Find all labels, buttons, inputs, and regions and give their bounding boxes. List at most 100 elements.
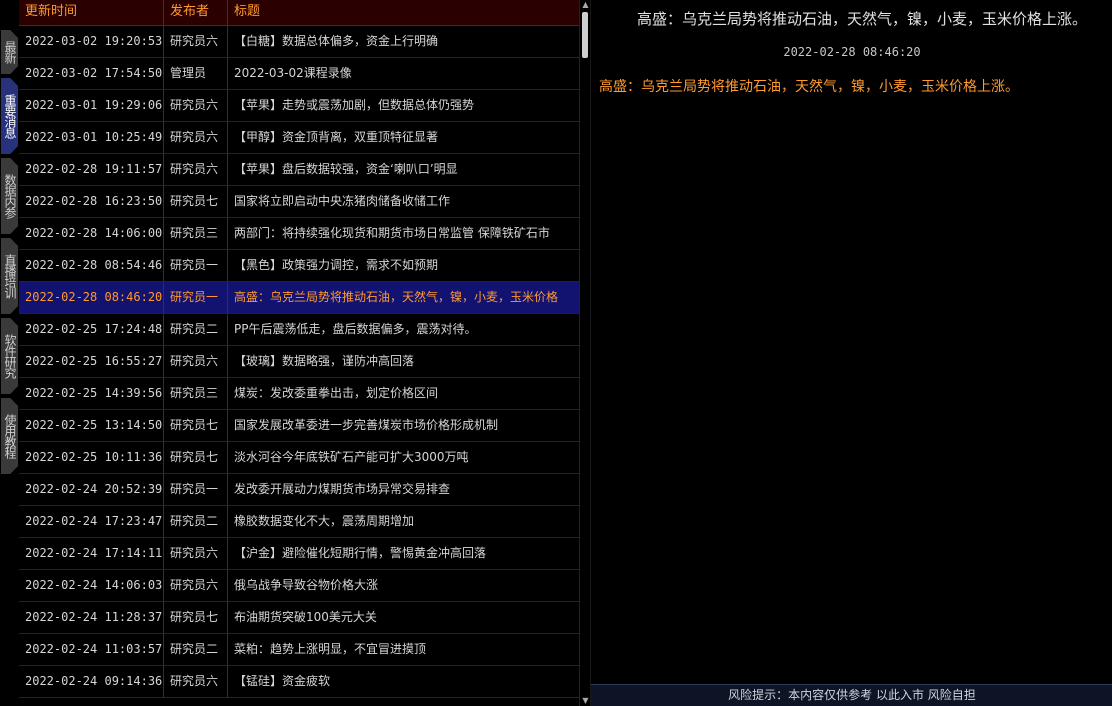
tab-live-training[interactable]: 直播培训: [1, 238, 18, 314]
scroll-up-icon[interactable]: ▲: [581, 0, 590, 10]
table-row[interactable]: 2022-02-28 08:46:20 研究员一 高盛：乌克兰局势将推动石油，天然气…: [19, 282, 579, 314]
scroll-thumb[interactable]: [582, 12, 588, 58]
row-time: 2022-02-24 11:28:37: [19, 602, 164, 633]
row-time: 2022-02-28 14:06:00: [19, 218, 164, 249]
row-title: 2022-03-02课程录像: [234, 66, 352, 80]
table-row[interactable]: 2022-02-28 08:54:46 研究员一 【黑色】政策强力调控，需求不如预期: [19, 250, 579, 282]
tab-data-insider[interactable]: 数据内参: [1, 158, 18, 234]
row-author: 研究员二: [164, 506, 228, 537]
table-row[interactable]: 2022-03-01 19:29:06 研究员六 【苹果】走势或震荡加剧，但数据总体…: [19, 90, 579, 122]
side-tab-bar: 最新 重要消息 数据内参 直播培训 软件研究 使用教程: [0, 0, 19, 706]
table-row[interactable]: 2022-02-24 17:14:11 研究员六 【沪金】避险催化短期行情，警惕黄金…: [19, 538, 579, 570]
row-time: 2022-03-01 10:25:49: [19, 122, 164, 153]
table-row[interactable]: 2022-03-01 10:25:49 研究员六 【甲醇】资金顶背离，双重顶特征显著: [19, 122, 579, 154]
row-title: 【黑色】政策强力调控，需求不如预期: [234, 258, 439, 272]
table-row[interactable]: 2022-02-24 17:23:47 研究员二 橡胶数据变化不大，震荡周期增加: [19, 506, 579, 538]
row-title: 国家将立即启动中央冻猪肉储备收储工作: [234, 194, 451, 208]
table-row[interactable]: 2022-02-25 13:14:50 研究员七 国家发展改革委进一步完善煤炭市场价…: [19, 410, 579, 442]
row-author: 研究员六: [164, 570, 228, 601]
row-author: 管理员: [164, 58, 228, 89]
detail-title: 高盛：乌克兰局势将推动石油，天然气，镍，小麦，玉米价格上涨。: [636, 10, 1087, 28]
row-author: 研究员二: [164, 314, 228, 345]
table-row[interactable]: 2022-02-25 17:24:48 研究员二 PP午后震荡低走，盘后数据偏多，震…: [19, 314, 579, 346]
table-row[interactable]: 2022-02-24 20:52:39 研究员一 发改委开展动力煤期货市场异常交易排…: [19, 474, 579, 506]
tab-important-news[interactable]: 重要消息: [1, 78, 18, 154]
table-row[interactable]: 2022-02-24 14:06:03 研究员六 俄乌战争导致谷物价格大涨: [19, 570, 579, 602]
row-title: 【沪金】避险催化短期行情，警惕黄金冲高回落: [234, 546, 487, 560]
table-row[interactable]: 2022-02-24 11:28:37 研究员七 布油期货突破100美元大关: [19, 602, 579, 634]
row-author: 研究员六: [164, 666, 228, 697]
table-row[interactable]: 2022-02-24 11:03:57 研究员二 菜粕：趋势上涨明显，不宜冒进摸顶: [19, 634, 579, 666]
row-author: 研究员六: [164, 122, 228, 153]
row-time: 2022-02-25 16:55:27: [19, 346, 164, 377]
row-title: 国家发展改革委进一步完善煤炭市场价格形成机制: [234, 418, 499, 432]
header-title[interactable]: 标题: [228, 0, 579, 25]
row-title: 两部门：将持续强化现货和期货市场日常监管 保障铁矿石市: [234, 226, 550, 240]
table-row[interactable]: 2022-02-28 16:23:50 研究员七 国家将立即启动中央冻猪肉储备收储工…: [19, 186, 579, 218]
row-title: 煤炭：发改委重拳出击，划定价格区间: [234, 386, 439, 400]
table-row[interactable]: 2022-02-25 14:39:56 研究员三 煤炭：发改委重拳出击，划定价格区间: [19, 378, 579, 410]
row-title: 【苹果】盘后数据较强，资金‘喇叭口’明显: [234, 162, 458, 176]
table-row[interactable]: 2022-02-24 09:14:36 研究员六 【锰硅】资金疲软: [19, 666, 579, 698]
row-author: 研究员六: [164, 154, 228, 185]
row-time: 2022-02-24 09:14:36: [19, 666, 164, 697]
row-time: 2022-02-28 16:23:50: [19, 186, 164, 217]
row-author: 研究员六: [164, 90, 228, 121]
row-author: 研究员二: [164, 634, 228, 665]
row-author: 研究员一: [164, 474, 228, 505]
row-author: 研究员一: [164, 282, 228, 313]
row-time: 2022-03-01 19:29:06: [19, 90, 164, 121]
list-scrollbar[interactable]: ▲ ▼: [579, 0, 590, 706]
header-author[interactable]: 发布者: [164, 0, 228, 25]
scroll-down-icon[interactable]: ▼: [581, 696, 590, 706]
row-time: 2022-02-28 08:54:46: [19, 250, 164, 281]
row-time: 2022-02-24 17:23:47: [19, 506, 164, 537]
row-time: 2022-02-25 17:24:48: [19, 314, 164, 345]
detail-body: 高盛：乌克兰局势将推动石油，天然气，镍，小麦，玉米价格上涨。: [599, 79, 1019, 95]
tab-software-research[interactable]: 软件研究: [1, 318, 18, 394]
row-title: 【白糖】数据总体偏多，资金上行明确: [234, 34, 439, 48]
table-row[interactable]: 2022-02-25 10:11:36 研究员七 淡水河谷今年底铁矿石产能可扩大30…: [19, 442, 579, 474]
row-title: 【锰硅】资金疲软: [234, 674, 331, 688]
row-author: 研究员三: [164, 218, 228, 249]
row-title: PP午后震荡低走，盘后数据偏多，震荡对待。: [234, 322, 477, 336]
row-time: 2022-02-25 14:39:56: [19, 378, 164, 409]
row-time: 2022-02-25 10:11:36: [19, 442, 164, 473]
tab-tutorial[interactable]: 使用教程: [1, 398, 18, 474]
table-row[interactable]: 2022-03-02 19:20:53 研究员六 【白糖】数据总体偏多，资金上行明确: [19, 26, 579, 58]
detail-timestamp: 2022-02-28 08:46:20: [783, 45, 921, 59]
row-time: 2022-02-28 08:46:20: [19, 282, 164, 313]
app-window: 最新 重要消息 数据内参 直播培训 软件研究 使用教程 更新时间 发布者 标题 …: [0, 0, 1112, 706]
row-title: 菜粕：趋势上涨明显，不宜冒进摸顶: [234, 642, 427, 656]
table-row[interactable]: 2022-02-25 16:55:27 研究员六 【玻璃】数据略强，谨防冲高回落: [19, 346, 579, 378]
row-title: 橡胶数据变化不大，震荡周期增加: [234, 514, 415, 528]
table-row[interactable]: 2022-02-28 14:06:00 研究员三 两部门：将持续强化现货和期货市场日…: [19, 218, 579, 250]
row-author: 研究员三: [164, 378, 228, 409]
row-title: 淡水河谷今年底铁矿石产能可扩大3000万吨: [234, 450, 469, 464]
row-title: 发改委开展动力煤期货市场异常交易排查: [234, 482, 451, 496]
row-time: 2022-03-02 19:20:53: [19, 26, 164, 57]
row-title: 布油期货突破100美元大关: [234, 610, 377, 624]
table-row[interactable]: 2022-03-02 17:54:50 管理员 2022-03-02课程录像: [19, 58, 579, 90]
news-list: 更新时间 发布者 标题 2022-03-02 19:20:53 研究员六 【白糖】数…: [19, 0, 579, 706]
row-time: 2022-02-24 17:14:11: [19, 538, 164, 569]
row-time: 2022-03-02 17:54:50: [19, 58, 164, 89]
tab-latest[interactable]: 最新: [1, 30, 18, 74]
row-time: 2022-02-28 19:11:57: [19, 154, 164, 185]
row-time: 2022-02-24 11:03:57: [19, 634, 164, 665]
row-title: 【甲醇】资金顶背离，双重顶特征显著: [234, 130, 439, 144]
detail-pane: 高盛：乌克兰局势将推动石油，天然气，镍，小麦，玉米价格上涨。 2022-02-2…: [590, 0, 1112, 706]
row-time: 2022-02-24 20:52:39: [19, 474, 164, 505]
row-title: 高盛：乌克兰局势将推动石油，天然气，镍，小麦，玉米价格: [234, 290, 559, 304]
row-author: 研究员一: [164, 250, 228, 281]
row-author: 研究员七: [164, 410, 228, 441]
row-author: 研究员六: [164, 538, 228, 569]
table-row[interactable]: 2022-02-28 19:11:57 研究员六 【苹果】盘后数据较强，资金‘喇叭口…: [19, 154, 579, 186]
row-title: 【苹果】走势或震荡加剧，但数据总体仍强势: [234, 98, 475, 112]
row-author: 研究员七: [164, 186, 228, 217]
list-header: 更新时间 发布者 标题: [19, 0, 579, 26]
header-time[interactable]: 更新时间: [19, 0, 164, 25]
row-time: 2022-02-24 14:06:03: [19, 570, 164, 601]
risk-disclaimer: 风险提示：本内容仅供参考 以此入市 风险自担: [591, 684, 1112, 706]
row-author: 研究员七: [164, 602, 228, 633]
